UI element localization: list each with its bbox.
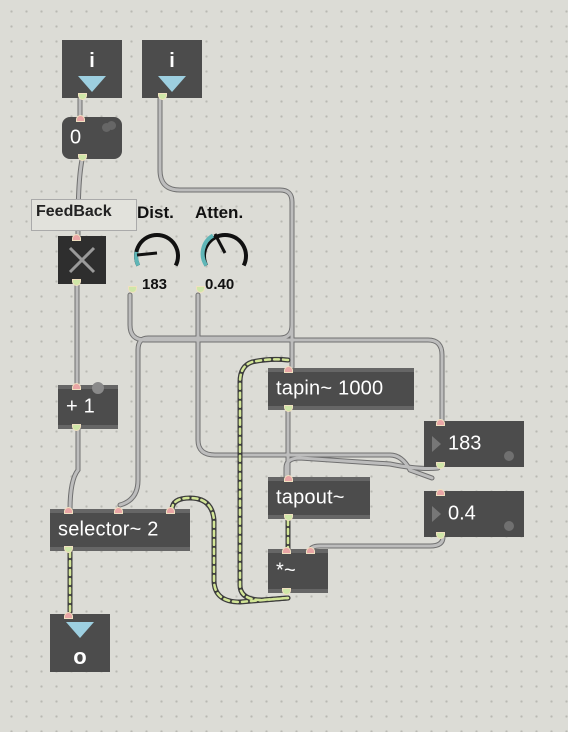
dial-atten-value: 0.40 <box>205 276 235 293</box>
multiply-signal-object[interactable]: *~ <box>268 547 328 595</box>
outlet-label: o <box>73 644 87 669</box>
outlet[interactable]: o <box>50 612 110 672</box>
number-arrow-icon <box>432 436 441 452</box>
dial-dist-label: Dist. <box>137 203 174 222</box>
number-box-183-value: 183 <box>448 432 482 455</box>
dial-atten-label: Atten. <box>195 203 244 222</box>
tapout-object[interactable]: tapout~ <box>268 475 370 521</box>
tapin-text: tapin~ 1000 <box>276 377 384 400</box>
number-box-0-4[interactable]: 0.4 <box>424 489 524 539</box>
number-box-0-4-value: 0.4 <box>448 502 476 525</box>
inlet-right[interactable]: i <box>142 40 202 100</box>
multiply-text: *~ <box>276 559 296 582</box>
plus-one-object[interactable]: + 1 <box>58 382 118 431</box>
toggle-x-icon <box>68 246 96 274</box>
plus-one-text: + 1 <box>66 395 95 418</box>
dial-dist-value: 183 <box>142 276 168 293</box>
feedback-number-box[interactable]: 0 <box>62 115 122 161</box>
inlet-left[interactable]: i <box>62 40 122 100</box>
dial-dist-knob-icon <box>134 233 180 267</box>
feedback-number-value: 0 <box>70 126 82 149</box>
tapin-object[interactable]: tapin~ 1000 <box>268 366 414 412</box>
selector-object[interactable]: selector~ 2 <box>50 507 190 553</box>
number-box-183[interactable]: 183 <box>424 419 524 469</box>
dial-atten-knob-icon <box>200 233 248 267</box>
inlet-arrow-icon <box>158 76 186 92</box>
inlet-arrow-icon <box>78 76 106 92</box>
number-arrow-icon <box>432 506 441 522</box>
tapout-text: tapout~ <box>276 486 345 509</box>
feedback-comment: FeedBack <box>31 199 137 231</box>
selector-text: selector~ 2 <box>58 518 159 541</box>
feedback-toggle[interactable] <box>58 234 106 286</box>
